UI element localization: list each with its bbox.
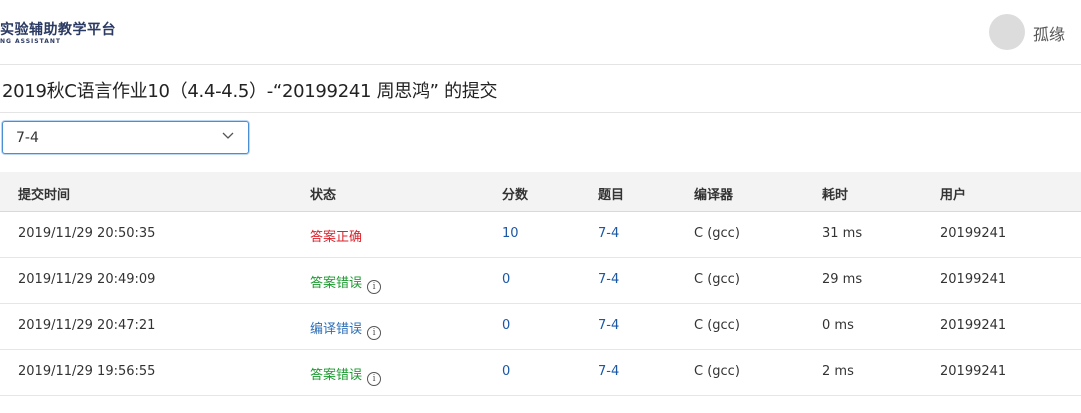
time-cost: 31 ms: [822, 226, 863, 241]
user-id: 20199241: [940, 364, 1007, 379]
problem-link[interactable]: 7-4: [598, 226, 619, 241]
table-row: 2019/11/29 19:56:55 答案错误 i 0 7-4 C (gcc) …: [0, 350, 1081, 396]
score-link[interactable]: 10: [502, 226, 519, 241]
problem-link[interactable]: 7-4: [598, 364, 619, 379]
user-id: 20199241: [940, 272, 1007, 287]
compiler: C (gcc): [694, 272, 740, 287]
time-cost: 2 ms: [822, 364, 854, 379]
status-cell[interactable]: 答案正确: [310, 226, 362, 245]
username[interactable]: 孤缘: [1033, 21, 1065, 45]
info-icon[interactable]: i: [367, 280, 382, 294]
status-label[interactable]: 编译错误: [310, 322, 362, 337]
user-id: 20199241: [940, 318, 1007, 333]
info-icon[interactable]: i: [367, 326, 382, 340]
submit-time: 2019/11/29 19:56:55: [18, 364, 156, 379]
problem-link[interactable]: 7-4: [598, 272, 619, 287]
page-title: 2019秋C语言作业10（4.4-4.5）-“20199241 周思鸿” 的提交: [2, 81, 498, 102]
header-problem: 题目: [598, 188, 625, 203]
logo-title: 实验辅助教学平台: [0, 22, 116, 38]
header-score: 分数: [502, 188, 529, 203]
submissions-table: 提交时间 状态 分数 题目 编译器 耗时 用户 2019/11/29 20:50…: [0, 172, 1081, 396]
avatar[interactable]: [989, 14, 1025, 50]
status-label[interactable]: 答案正确: [310, 230, 362, 245]
time-cost: 29 ms: [822, 272, 863, 287]
table-row: 2019/11/29 20:47:21 编译错误 i 0 7-4 C (gcc) …: [0, 304, 1081, 350]
logo-subtitle: NG ASSISTANT: [0, 38, 61, 45]
status-label[interactable]: 答案错误: [310, 276, 362, 291]
submit-time: 2019/11/29 20:47:21: [18, 318, 156, 333]
problem-select-value: 7-4: [16, 130, 39, 146]
time-cost: 0 ms: [822, 318, 854, 333]
info-icon[interactable]: i: [367, 372, 382, 386]
header-user: 用户: [940, 188, 967, 203]
compiler: C (gcc): [694, 226, 740, 241]
submit-time: 2019/11/29 20:50:35: [18, 226, 156, 241]
status-cell[interactable]: 答案错误 i: [310, 272, 382, 294]
table-header: 提交时间 状态 分数 题目 编译器 耗时 用户: [0, 172, 1081, 212]
score-link[interactable]: 0: [502, 318, 510, 333]
problem-select[interactable]: 7-4: [2, 121, 249, 154]
status-cell[interactable]: 编译错误 i: [310, 318, 382, 340]
score-link[interactable]: 0: [502, 364, 510, 379]
header-time: 提交时间: [18, 188, 71, 203]
top-navbar: 实验辅助教学平台 NG ASSISTANT 孤缘: [0, 0, 1081, 65]
user-id: 20199241: [940, 226, 1007, 241]
table-row: 2019/11/29 20:49:09 答案错误 i 0 7-4 C (gcc) …: [0, 258, 1081, 304]
problem-link[interactable]: 7-4: [598, 318, 619, 333]
platform-logo[interactable]: 实验辅助教学平台 NG ASSISTANT: [0, 16, 140, 48]
compiler: C (gcc): [694, 364, 740, 379]
score-link[interactable]: 0: [502, 272, 510, 287]
header-cost: 耗时: [822, 188, 849, 203]
header-status: 状态: [310, 188, 337, 203]
header-compiler: 编译器: [694, 188, 734, 203]
status-cell[interactable]: 答案错误 i: [310, 364, 382, 386]
submit-time: 2019/11/29 20:49:09: [18, 272, 156, 287]
table-row: 2019/11/29 20:50:35 答案正确 10 7-4 C (gcc) …: [0, 212, 1081, 258]
status-label[interactable]: 答案错误: [310, 368, 362, 383]
chevron-down-icon: [222, 132, 234, 139]
compiler: C (gcc): [694, 318, 740, 333]
divider: [0, 112, 1081, 113]
